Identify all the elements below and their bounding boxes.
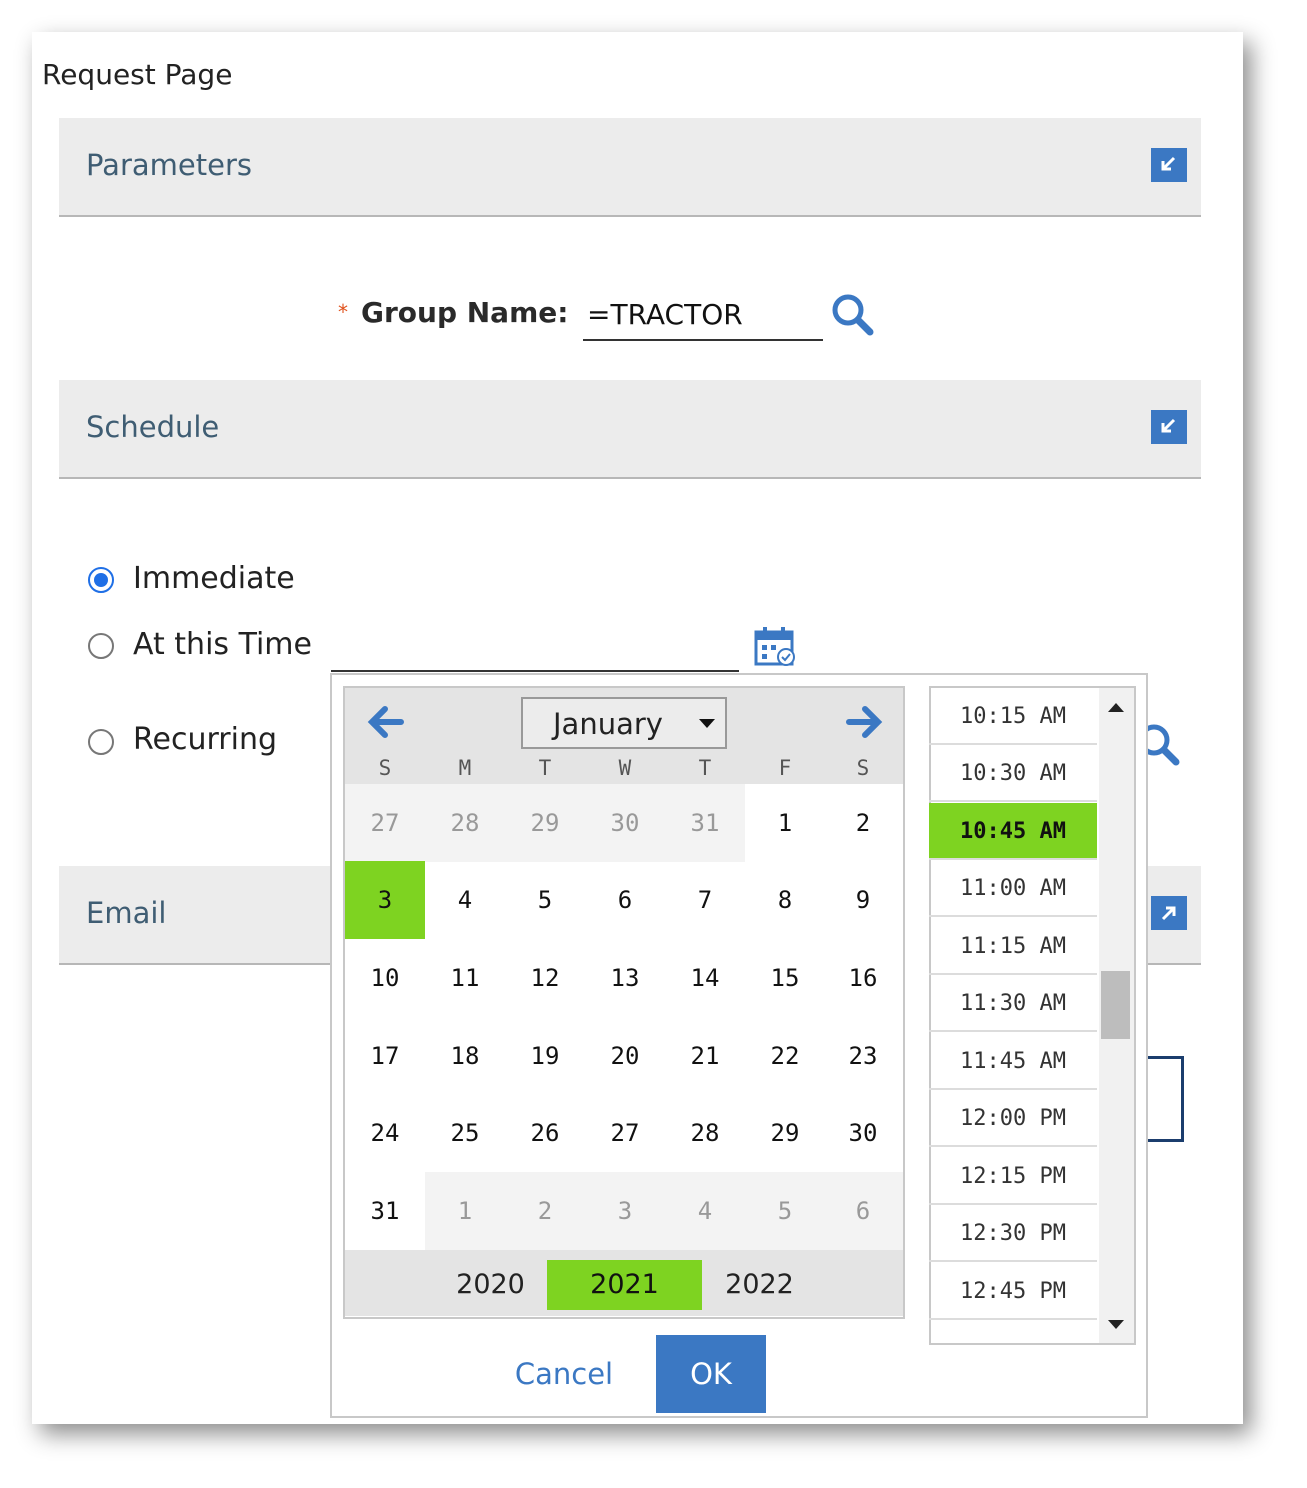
calendar-day[interactable]: 27 (585, 1094, 665, 1172)
calendar-day[interactable]: 15 (745, 939, 825, 1017)
calendar-day[interactable]: 29 (745, 1094, 825, 1172)
cancel-button[interactable]: Cancel (500, 1348, 628, 1400)
email-body-box (1148, 1056, 1184, 1142)
calendar-day[interactable]: 7 (665, 861, 745, 939)
month-value: January (553, 707, 663, 741)
weekday-label: S (856, 756, 870, 780)
calendar-day[interactable]: 17 (345, 1017, 425, 1095)
calendar-day[interactable]: 28 (665, 1094, 745, 1172)
weekday-label: F (778, 756, 792, 780)
time-option[interactable]: 10:15 AM (929, 688, 1097, 745)
calendar-day[interactable]: 23 (823, 1017, 903, 1095)
time-option[interactable]: 10:30 AM (929, 745, 1097, 802)
search-icon[interactable] (830, 292, 874, 340)
calendar-day[interactable]: 29 (505, 784, 585, 862)
calendar-day[interactable]: 26 (505, 1094, 585, 1172)
year-selector: 2020 2021 2022 (345, 1250, 903, 1316)
time-option[interactable]: 12:30 PM (929, 1205, 1097, 1262)
calendar-day[interactable]: 20 (585, 1017, 665, 1095)
recurring-label: Recurring (133, 722, 277, 757)
calendar-day[interactable]: 14 (665, 939, 745, 1017)
calendar-day[interactable]: 16 (823, 939, 903, 1017)
calendar-day[interactable]: 5 (505, 861, 585, 939)
collapse-icon[interactable] (1151, 148, 1187, 182)
calendar-day[interactable]: 18 (425, 1017, 505, 1095)
calendar-day[interactable]: 13 (585, 939, 665, 1017)
month-select[interactable]: January (521, 697, 727, 749)
calendar-day[interactable]: 6 (823, 1172, 903, 1250)
time-option[interactable]: 11:00 AM (929, 860, 1097, 917)
calendar-day[interactable]: 27 (345, 784, 425, 862)
time-option[interactable]: 12:45 PM (929, 1263, 1097, 1320)
time-option[interactable]: 11:45 AM (929, 1033, 1097, 1090)
weekday-label: W (618, 756, 632, 780)
collapse-icon[interactable] (1151, 410, 1187, 444)
required-marker: * (338, 300, 348, 324)
calendar-day[interactable]: 28 (425, 784, 505, 862)
datetime-input[interactable] (331, 626, 739, 672)
time-option[interactable]: 11:15 AM (929, 918, 1097, 975)
time-option[interactable]: 11:30 AM (929, 975, 1097, 1032)
schedule-section-header[interactable]: Schedule (59, 380, 1201, 479)
recurring-radio[interactable] (88, 729, 114, 755)
calendar-icon[interactable] (753, 626, 797, 672)
weekday-header: S M T W T F S (345, 756, 903, 784)
calendar-day[interactable]: 24 (345, 1094, 425, 1172)
time-option[interactable]: 12:00 PM (929, 1090, 1097, 1147)
prev-month-arrow-icon[interactable] (365, 700, 407, 748)
immediate-label: Immediate (133, 561, 295, 596)
page-title: Request Page (42, 58, 233, 91)
section-title: Schedule (86, 410, 220, 444)
calendar-day[interactable]: 1 (745, 784, 825, 862)
calendar-day[interactable]: 22 (745, 1017, 825, 1095)
at-this-time-label: At this Time (133, 627, 312, 662)
weekday-label: S (378, 756, 392, 780)
calendar-day[interactable]: 25 (425, 1094, 505, 1172)
calendar-day[interactable]: 12 (505, 939, 585, 1017)
section-title: Email (86, 896, 167, 930)
weekday-label: M (458, 756, 472, 780)
calendar-day[interactable]: 4 (425, 861, 505, 939)
scroll-up-arrow-icon[interactable] (1108, 703, 1124, 712)
weekday-label: T (538, 756, 552, 780)
section-title: Parameters (86, 148, 252, 182)
time-option[interactable]: 12:15 PM (929, 1148, 1097, 1205)
chevron-down-icon (699, 719, 715, 728)
scroll-down-arrow-icon[interactable] (1108, 1320, 1124, 1329)
calendar-day[interactable]: 11 (425, 939, 505, 1017)
calendar-day[interactable]: 6 (585, 861, 665, 939)
next-month-arrow-icon[interactable] (843, 700, 885, 748)
expand-icon[interactable] (1151, 896, 1187, 930)
calendar-day[interactable]: 31 (665, 784, 745, 862)
calendar-day[interactable]: 2 (823, 784, 903, 862)
year-option[interactable]: 2020 (413, 1260, 568, 1310)
time-option-selected[interactable]: 10:45 AM (929, 803, 1097, 860)
calendar-day[interactable]: 8 (745, 861, 825, 939)
calendar-day[interactable]: 31 (345, 1172, 425, 1250)
calendar-day[interactable]: 21 (665, 1017, 745, 1095)
calendar-day[interactable]: 30 (823, 1094, 903, 1172)
calendar-day[interactable]: 19 (505, 1017, 585, 1095)
ok-button[interactable]: OK (656, 1335, 766, 1413)
calendar-day[interactable]: 10 (345, 939, 425, 1017)
calendar-day[interactable]: 5 (745, 1172, 825, 1250)
year-option-selected[interactable]: 2021 (547, 1260, 702, 1310)
group-name-label: Group Name: (361, 296, 569, 329)
calendar-day[interactable]: 3 (585, 1172, 665, 1250)
year-option[interactable]: 2022 (682, 1260, 837, 1310)
scrollbar-thumb[interactable] (1101, 971, 1130, 1039)
weekday-label: T (698, 756, 712, 780)
calendar-day[interactable]: 30 (585, 784, 665, 862)
at-this-time-radio[interactable] (88, 633, 114, 659)
immediate-radio[interactable] (88, 567, 114, 593)
group-name-input[interactable] (583, 289, 823, 341)
calendar-day[interactable]: 1 (425, 1172, 505, 1250)
calendar-day[interactable]: 2 (505, 1172, 585, 1250)
calendar-day[interactable]: 4 (665, 1172, 745, 1250)
calendar-day-selected[interactable]: 3 (345, 861, 425, 939)
calendar-day[interactable]: 9 (823, 861, 903, 939)
parameters-section-header[interactable]: Parameters (59, 118, 1201, 217)
